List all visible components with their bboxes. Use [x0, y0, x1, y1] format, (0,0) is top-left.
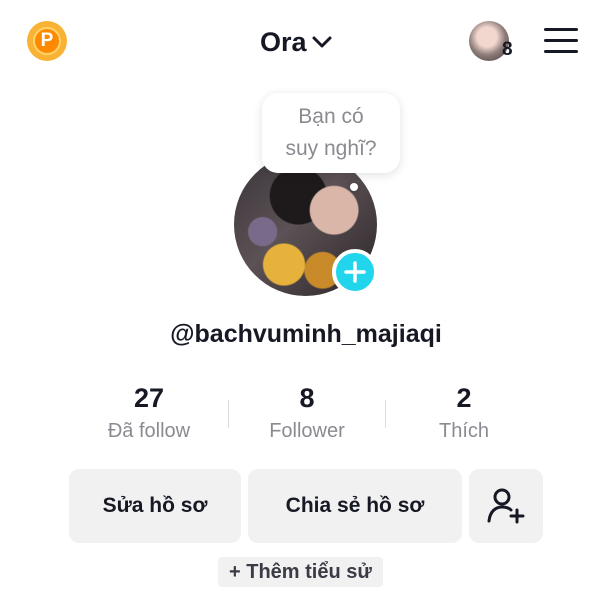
chevron-down-icon	[312, 36, 332, 48]
stat-likes-label: Thích	[438, 420, 490, 442]
stat-following-label: Đã follow	[107, 420, 191, 442]
stat-likes[interactable]: 2 Thích	[385, 380, 543, 443]
add-bio-button[interactable]: + Thêm tiểu sử	[218, 557, 383, 587]
account-name: Ora	[260, 26, 307, 57]
add-avatar-button[interactable]	[332, 249, 378, 295]
stat-followers-value: 8	[299, 383, 315, 413]
account-switcher[interactable]: Ora	[260, 24, 333, 60]
plus-icon	[344, 261, 366, 283]
thought-prompt-line1: Bạn có	[298, 105, 364, 128]
notification-count: 8	[502, 39, 513, 60]
username: @bachvuminh_majiaqi	[170, 320, 442, 348]
share-profile-button[interactable]: Chia sẻ hồ sơ	[248, 469, 462, 543]
coin-letter: P	[33, 27, 61, 55]
add-user-icon	[487, 488, 525, 524]
edit-profile-button[interactable]: Sửa hồ sơ	[69, 469, 241, 543]
stat-followers-label: Follower	[269, 420, 345, 442]
stat-following-value: 27	[133, 383, 165, 413]
thought-bubble[interactable]: Bạn có suy nghĩ?	[262, 93, 400, 173]
thought-prompt-line2: suy nghĩ?	[285, 137, 377, 160]
stat-followers[interactable]: 8 Follower	[228, 380, 386, 443]
thought-bubble-tail	[350, 183, 358, 191]
stat-likes-value: 2	[456, 383, 472, 413]
hamburger-menu-icon[interactable]	[544, 28, 578, 54]
coin-icon[interactable]: P	[27, 21, 67, 61]
stat-following[interactable]: 27 Đã follow	[70, 380, 228, 443]
add-friend-button[interactable]	[469, 469, 543, 543]
